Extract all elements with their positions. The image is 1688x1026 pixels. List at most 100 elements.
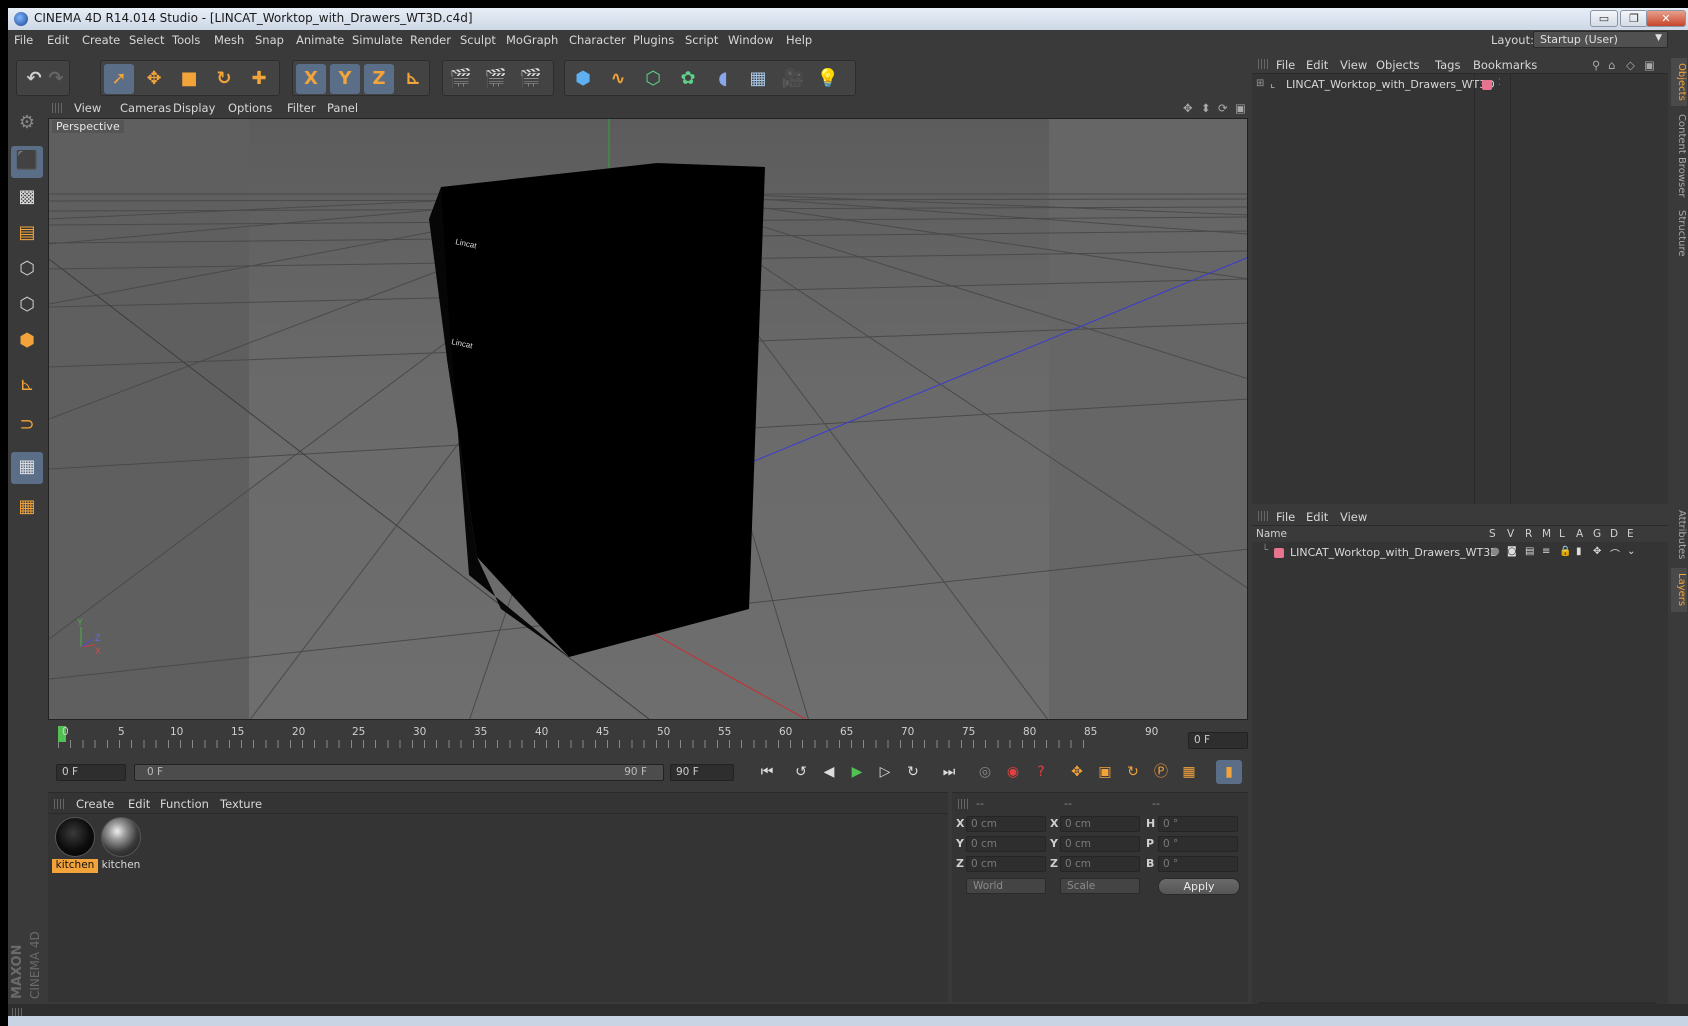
object-name[interactable]: LINCAT_Worktop_with_Drawers_WT3D (1286, 78, 1495, 91)
key-position-icon[interactable]: ✥ (1064, 760, 1090, 784)
material-label[interactable]: kitchen (98, 859, 144, 873)
column-solo[interactable]: S (1489, 528, 1496, 540)
go-to-end-icon[interactable]: ⏭ (936, 760, 962, 784)
previous-key-icon[interactable]: ↺ (788, 760, 814, 784)
timeline-mode-icon[interactable]: ▮ (1216, 760, 1242, 784)
render-view-icon[interactable]: 🎬 (446, 64, 476, 94)
search-icon[interactable]: ⚲ (1592, 58, 1600, 72)
axis-mode-icon[interactable]: ⊾ (11, 370, 43, 402)
menu-tools[interactable]: Tools (172, 33, 200, 47)
layout-dropdown[interactable]: Startup (User) ▼ (1533, 31, 1668, 48)
tab-structure[interactable]: Structure (1671, 206, 1687, 260)
object-menu-file[interactable]: File (1276, 58, 1295, 72)
redo-icon[interactable]: ↷ (41, 64, 71, 94)
column-expressions[interactable]: E (1627, 528, 1634, 540)
menu-render[interactable]: Render (410, 33, 451, 47)
animation-toggle-icon[interactable]: ▮ (1576, 546, 1582, 557)
viewport-menu-display[interactable]: Display (173, 101, 215, 115)
tab-objects[interactable]: Objects (1671, 58, 1687, 106)
layer-color-swatch[interactable] (1482, 80, 1492, 90)
menu-animate[interactable]: Animate (296, 33, 344, 47)
menu-plugins[interactable]: Plugins (633, 33, 674, 47)
next-key-icon[interactable]: ↻ (900, 760, 926, 784)
range-slider[interactable]: 0 F 90 F (134, 764, 664, 781)
key-scale-icon[interactable]: ▣ (1092, 760, 1118, 784)
material-menu-create[interactable]: Create (76, 797, 114, 811)
workplane-lock-icon[interactable]: ▦ (11, 452, 43, 484)
expression-toggle-icon[interactable]: ⌄ (1627, 546, 1635, 557)
spline-icon[interactable]: ∿ (603, 64, 633, 94)
rot-p-field[interactable]: 0 ° (1158, 836, 1238, 852)
workplane-icon[interactable]: ▤ (11, 218, 43, 250)
manager-toggle-icon[interactable]: ≡ (1542, 546, 1550, 557)
key-pla-icon[interactable]: ▦ (1176, 760, 1202, 784)
menu-simulate[interactable]: Simulate (352, 33, 403, 47)
column-manager[interactable]: M (1542, 528, 1551, 540)
panel-grip[interactable] (958, 799, 968, 809)
magnet-icon[interactable]: ⊃ (11, 410, 43, 442)
toggle-view-icon[interactable]: ▣ (1235, 101, 1246, 115)
add-icon[interactable]: ✚ (244, 64, 274, 94)
material-swatch-black[interactable] (55, 817, 95, 857)
rotate-view-icon[interactable]: ⟳ (1218, 101, 1228, 115)
home-icon[interactable]: ⌂ (1608, 58, 1615, 72)
model-mode-icon[interactable]: ⬛ (11, 146, 43, 178)
array-icon[interactable]: ✿ (673, 64, 703, 94)
object-menu-edit[interactable]: Edit (1306, 58, 1328, 72)
live-selection-icon[interactable]: ➚ (104, 64, 134, 94)
column-deformers[interactable]: D (1610, 528, 1618, 540)
rot-b-field[interactable]: 0 ° (1158, 856, 1238, 872)
expand-icon[interactable]: ⊞ (1256, 78, 1264, 89)
deformer-toggle-icon[interactable]: ⌒ (1610, 546, 1620, 561)
tab-content-browser[interactable]: Content Browser (1671, 110, 1687, 202)
coordinate-system-icon[interactable]: ⊾ (398, 64, 428, 94)
object-menu-objects[interactable]: Objects (1376, 58, 1419, 72)
make-editable-icon[interactable]: ⚙ (11, 108, 43, 140)
column-name[interactable]: Name (1256, 528, 1287, 540)
floor-icon[interactable]: ▦ (743, 64, 773, 94)
next-frame-icon[interactable]: ▷ (872, 760, 898, 784)
render-settings-icon[interactable]: 🎬 (516, 64, 546, 94)
deformer-icon[interactable]: ◖ (708, 64, 738, 94)
solo-toggle-icon[interactable]: ● (1491, 546, 1500, 557)
column-view[interactable]: V (1507, 528, 1514, 540)
perspective-viewport[interactable]: Lincat Lincat Y Z X Perspective (48, 118, 1248, 720)
material-swatch-chrome[interactable] (101, 817, 141, 857)
zoom-view-icon[interactable]: ⬍ (1201, 101, 1211, 115)
rot-h-field[interactable]: 0 ° (1158, 816, 1238, 832)
menu-select[interactable]: Select (129, 33, 164, 47)
new-window-icon[interactable]: ▣ (1644, 58, 1655, 72)
layer-menu-view[interactable]: View (1340, 510, 1367, 524)
menu-mograph[interactable]: MoGraph (506, 33, 558, 47)
layer-menu-edit[interactable]: Edit (1306, 510, 1328, 524)
panel-grip[interactable] (1258, 59, 1268, 69)
material-menu-texture[interactable]: Texture (220, 797, 262, 811)
menu-mesh[interactable]: Mesh (214, 33, 244, 47)
texture-mode-icon[interactable]: ▩ (11, 182, 43, 214)
z-axis-lock[interactable]: Z (364, 64, 394, 94)
material-menu-edit[interactable]: Edit (128, 797, 150, 811)
move-icon[interactable]: ✥ (139, 64, 169, 94)
size-y-field[interactable]: 0 cm (1060, 836, 1140, 852)
close-button[interactable]: ✕ (1646, 10, 1686, 27)
edges-mode-icon[interactable]: ⬡ (11, 290, 43, 322)
viewport-menu-view[interactable]: View (74, 101, 101, 115)
object-menu-bookmarks[interactable]: Bookmarks (1473, 58, 1537, 72)
menu-sculpt[interactable]: Sculpt (460, 33, 496, 47)
worktop-model[interactable] (429, 163, 765, 657)
camera-icon[interactable]: 🎥 (778, 64, 808, 94)
layer-color-swatch[interactable] (1274, 548, 1284, 558)
material-label[interactable]: kitchen (52, 859, 98, 873)
current-frame-field[interactable]: 0 F (1188, 732, 1248, 749)
size-x-field[interactable]: 0 cm (1060, 816, 1140, 832)
coordinate-mode-dropdown[interactable]: Scale (1060, 878, 1140, 894)
generator-toggle-icon[interactable]: ✥ (1593, 546, 1601, 557)
column-generators[interactable]: G (1593, 528, 1601, 540)
layer-row[interactable]: └ LINCAT_Worktop_with_Drawers_WT3D ● ◙ ▤… (1252, 544, 1668, 562)
pos-y-field[interactable]: 0 cm (966, 836, 1046, 852)
column-locked[interactable]: L (1559, 528, 1565, 540)
column-render[interactable]: R (1525, 528, 1532, 540)
play-icon[interactable]: ▶ (844, 760, 870, 784)
layer-name[interactable]: LINCAT_Worktop_with_Drawers_WT3D (1290, 546, 1499, 559)
go-to-start-icon[interactable]: ⏮ (754, 760, 780, 784)
